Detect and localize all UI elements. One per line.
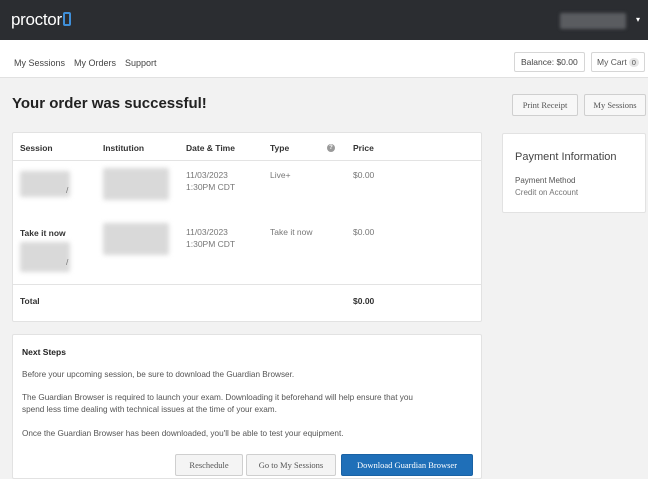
nav-my-sessions[interactable]: My Sessions: [14, 58, 65, 68]
logo-mark-icon: [62, 12, 71, 26]
logo-text: proctor: [11, 10, 62, 29]
cart-count-badge: 0: [628, 58, 639, 67]
row-2-session: Take it now: [20, 228, 66, 238]
cart-label: My Cart: [597, 57, 627, 67]
my-sessions-button[interactable]: My Sessions: [584, 94, 646, 116]
total-label: Total: [20, 296, 40, 306]
account-menu[interactable]: [560, 13, 626, 29]
print-receipt-button[interactable]: Print Receipt: [512, 94, 578, 116]
next-steps-paragraph-2-line-2: spend less time dealing with technical i…: [22, 405, 277, 414]
payment-information-card: Payment Information Payment Method Credi…: [502, 133, 646, 213]
go-to-my-sessions-button[interactable]: Go to My Sessions: [246, 454, 336, 476]
row-1-price: $0.00: [353, 170, 375, 180]
payment-title: Payment Information: [515, 151, 617, 163]
next-steps-card: Next Steps Before your upcoming session,…: [12, 334, 482, 479]
row-1-date: 11/03/2023: [186, 170, 228, 180]
row-2-date: 11/03/2023: [186, 227, 228, 237]
my-cart-button[interactable]: My Cart 0: [591, 52, 645, 72]
session-suffix: /: [66, 257, 69, 267]
top-bar: proctor ▾: [0, 0, 648, 40]
info-icon[interactable]: ?: [327, 144, 335, 152]
redacted-session-detail: [20, 242, 70, 272]
page-title: Your order was successful!: [12, 95, 207, 112]
nav-my-orders[interactable]: My Orders: [74, 58, 116, 68]
column-header-date-time: Date & Time: [186, 143, 235, 153]
total-value: $0.00: [353, 296, 375, 306]
next-steps-paragraph-1: Before your upcoming session, be sure to…: [22, 370, 295, 379]
next-steps-paragraph-2-line-1: The Guardian Browser is required to laun…: [22, 393, 413, 402]
column-header-type: Type: [270, 143, 290, 153]
sub-navigation: My Sessions My Orders Support Balance: $…: [0, 40, 648, 78]
next-steps-paragraph-3: Once the Guardian Browser has been downl…: [22, 429, 344, 438]
total-divider: [13, 284, 481, 285]
redacted-session-name: [20, 171, 70, 197]
row-2-price: $0.00: [353, 227, 375, 237]
payment-method-label: Payment Method: [515, 176, 576, 185]
column-header-price: Price: [353, 143, 374, 153]
column-header-session: Session: [20, 143, 53, 153]
nav-support[interactable]: Support: [125, 58, 157, 68]
balance-button[interactable]: Balance: $0.00: [514, 52, 585, 72]
header-divider: [13, 160, 481, 161]
proctor-logo[interactable]: proctor: [11, 10, 71, 30]
redacted-institution: [103, 223, 169, 255]
column-header-institution: Institution: [103, 143, 145, 153]
row-2-time: 1:30PM CDT: [186, 239, 236, 249]
session-suffix: /: [66, 185, 69, 195]
next-steps-title: Next Steps: [22, 347, 66, 357]
reschedule-button[interactable]: Reschedule: [175, 454, 243, 476]
download-guardian-browser-button[interactable]: Download Guardian Browser: [341, 454, 473, 476]
redacted-institution: [103, 168, 169, 200]
row-1-type: Live+: [270, 170, 291, 180]
order-summary-table: Session Institution Date & Time Type ? P…: [12, 132, 482, 322]
row-2-type: Take it now: [270, 227, 313, 237]
chevron-down-icon[interactable]: ▾: [636, 15, 640, 24]
payment-method-value: Credit on Account: [515, 188, 579, 197]
row-1-time: 1:30PM CDT: [186, 182, 236, 192]
